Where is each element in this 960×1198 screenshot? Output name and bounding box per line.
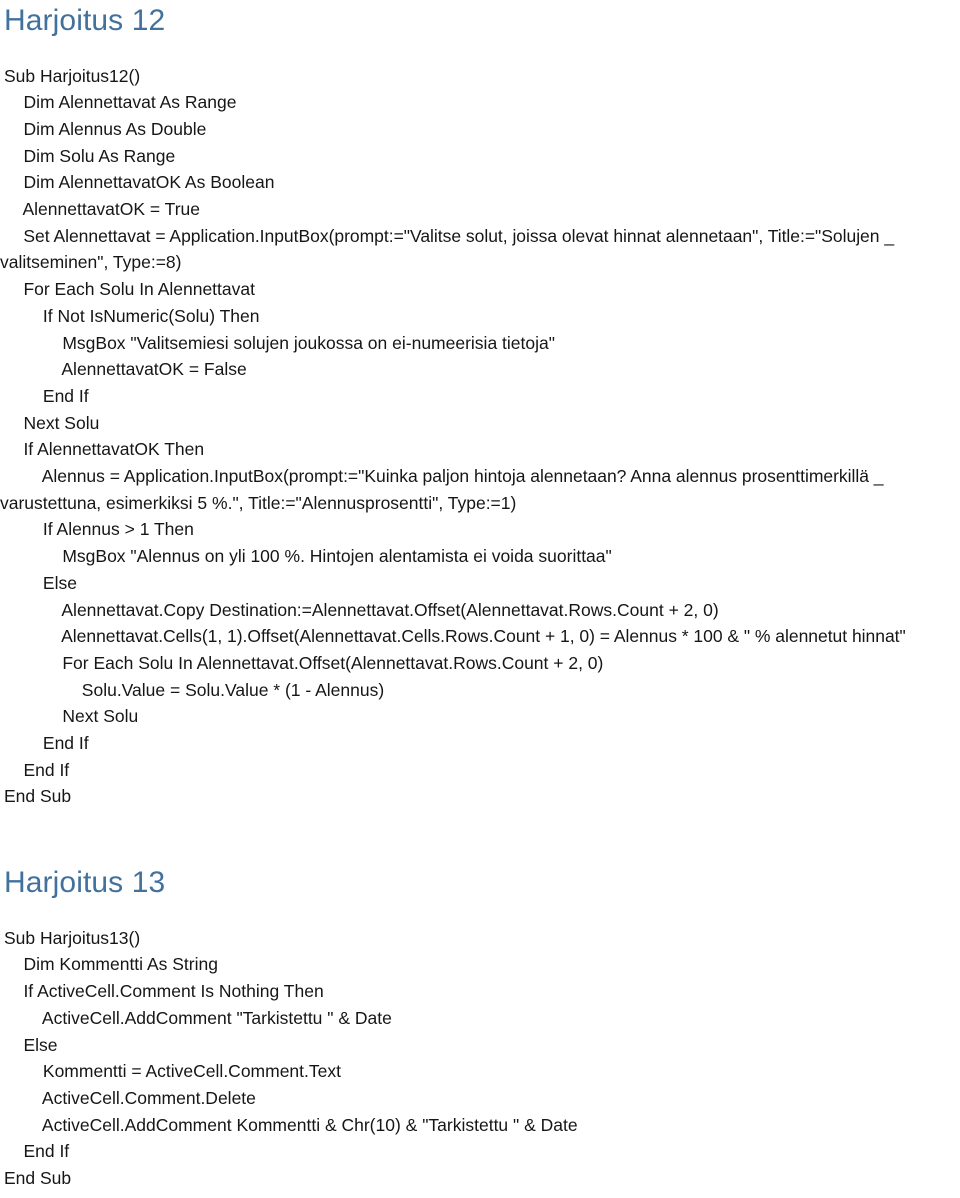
code-line: Alennettavat.Copy Destination:=Alennetta…: [4, 599, 719, 620]
code-line: Alennus = Application.InputBox(prompt:="…: [4, 466, 884, 487]
code-line-continuation: valitseminen", Type:=8): [0, 252, 182, 273]
code-line: Dim Alennus As Double: [4, 118, 207, 139]
code-line: MsgBox "Valitsemiesi solujen joukossa on…: [4, 332, 555, 353]
code-line: End Sub: [4, 786, 72, 807]
code-line: Solu.Value = Solu.Value * (1 - Alennus): [4, 679, 385, 700]
code-line-continuation: varustettuna, esimerkiksi 5 %.", Title:=…: [0, 492, 517, 513]
code-line: Next Solu: [4, 412, 100, 433]
code-line: End If: [4, 385, 89, 406]
code-line: Next Solu: [4, 706, 139, 727]
code-line: Else: [4, 572, 77, 593]
code-line: Dim Alennettavat As Range: [4, 92, 237, 113]
code-line: AlennettavatOK = False: [4, 359, 247, 380]
code-line: ActiveCell.AddComment Kommentti & Chr(10…: [4, 1114, 578, 1135]
code-line: If Alennus > 1 Then: [4, 519, 194, 540]
code-line: Dim AlennettavatOK As Boolean: [4, 172, 275, 193]
code-line: If ActiveCell.Comment Is Nothing Then: [4, 981, 324, 1002]
code-line: ActiveCell.Comment.Delete: [4, 1087, 256, 1108]
document-page: Harjoitus 12 Sub Harjoitus12() Dim Alenn…: [0, 4, 960, 1198]
page-title-harjoitus-12: Harjoitus 12: [4, 4, 166, 37]
code-line: Alennettavat.Cells(1, 1).Offset(Alennett…: [4, 626, 906, 647]
code-line: End If: [4, 1141, 70, 1162]
section-harjoitus-13: Harjoitus 13 Sub Harjoitus13() Dim Komme…: [0, 866, 960, 1192]
code-line: Kommentti = ActiveCell.Comment.Text: [4, 1061, 341, 1082]
code-block-harjoitus-13: Sub Harjoitus13() Dim Kommentti As Strin…: [4, 925, 960, 1192]
code-line: End If: [4, 759, 70, 780]
code-line: If Not IsNumeric(Solu) Then: [4, 305, 260, 326]
code-line: Dim Solu As Range: [4, 145, 176, 166]
code-line: End Sub: [4, 1168, 72, 1189]
section-harjoitus-12: Harjoitus 12 Sub Harjoitus12() Dim Alenn…: [0, 4, 960, 810]
code-line: Set Alennettavat = Application.InputBox(…: [4, 225, 895, 246]
code-line: End If: [4, 733, 89, 754]
code-line: Else: [4, 1034, 58, 1055]
code-line: Sub Harjoitus13(): [4, 927, 141, 948]
code-line: MsgBox "Alennus on yli 100 %. Hintojen a…: [4, 546, 612, 567]
code-line: Sub Harjoitus12(): [4, 65, 141, 86]
code-line: Dim Kommentti As String: [4, 954, 218, 975]
code-block-harjoitus-12: Sub Harjoitus12() Dim Alennettavat As Ra…: [0, 63, 960, 811]
code-line: If AlennettavatOK Then: [4, 439, 205, 460]
code-line: ActiveCell.AddComment "Tarkistettu " & D…: [4, 1007, 392, 1028]
code-line: AlennettavatOK = True: [4, 199, 201, 220]
page-title-harjoitus-13: Harjoitus 13: [4, 866, 166, 900]
code-line: For Each Solu In Alennettavat: [4, 279, 255, 300]
code-line: For Each Solu In Alennettavat.Offset(Ale…: [4, 652, 604, 673]
